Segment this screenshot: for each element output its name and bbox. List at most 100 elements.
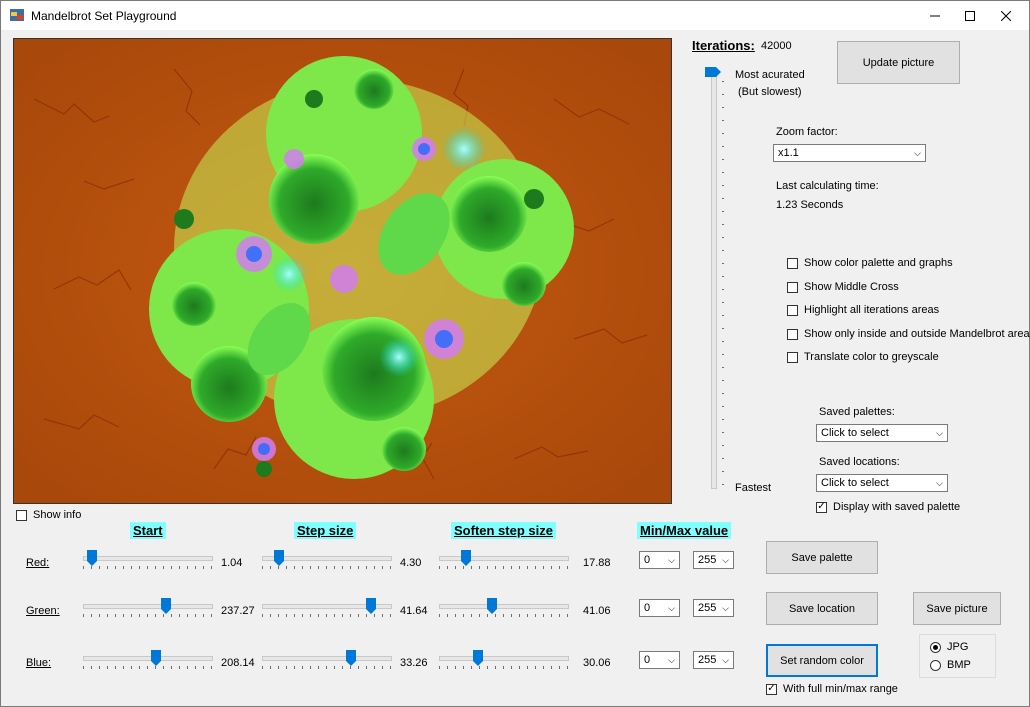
max-value-select[interactable]: 255 ⌵ (693, 599, 734, 617)
update-picture-button[interactable]: Update picture (837, 41, 960, 84)
max-value-select[interactable]: 255 ⌵ (693, 551, 734, 569)
set-random-color-button[interactable]: Set random color (766, 644, 878, 677)
save-picture-button[interactable]: Save picture (913, 592, 1001, 625)
option-label: Show only inside and outside Mandelbrot … (804, 328, 1030, 340)
chevron-down-icon: ⌵ (668, 555, 675, 565)
iterations-slider-thumb[interactable] (705, 67, 721, 77)
option-highlight-areas[interactable]: Highlight all iterations areas (787, 304, 939, 316)
chevron-down-icon: ⌵ (722, 603, 729, 613)
slider-ticks (83, 566, 213, 569)
step-slider[interactable] (262, 650, 392, 672)
option-middle-cross[interactable]: Show Middle Cross (787, 281, 899, 293)
radio-selected-icon (930, 641, 941, 653)
saved-locations-value: Click to select (821, 477, 889, 489)
chevron-down-icon: ⌵ (722, 655, 729, 665)
close-icon (1001, 10, 1011, 21)
start-value: 237.27 (221, 605, 255, 617)
show-info-label: Show info (33, 509, 82, 521)
full-range-checkbox[interactable]: ✓ With full min/max range (766, 683, 898, 695)
close-button[interactable] (983, 1, 1029, 30)
step-value: 4.30 (400, 557, 422, 569)
soften-slider[interactable] (439, 598, 569, 620)
min-value-select[interactable]: 0 ⌵ (639, 551, 680, 569)
slider-thumb[interactable] (366, 598, 376, 614)
fractal-image (14, 39, 671, 503)
min-value-text: 0 (644, 554, 651, 566)
radio-icon (930, 659, 941, 671)
slider-ticks (83, 614, 213, 617)
option-label: Show Middle Cross (804, 281, 899, 293)
soften-value: 17.88 (583, 557, 611, 569)
format-bmp-label: BMP (947, 659, 971, 671)
max-value-text: 255 (698, 554, 717, 566)
slider-track (439, 604, 569, 609)
slider-thumb[interactable] (346, 650, 356, 666)
checkbox-icon (16, 509, 27, 521)
option-inside-outside[interactable]: Show only inside and outside Mandelbrot … (787, 328, 1030, 340)
option-show-palette[interactable]: Show color palette and graphs (787, 257, 953, 269)
start-slider[interactable] (83, 550, 213, 572)
saved-locations-select[interactable]: Click to select ⌵ (816, 474, 948, 492)
minimize-icon (930, 15, 940, 16)
chevron-down-icon: ⌵ (722, 555, 729, 565)
slider-thumb[interactable] (473, 650, 483, 666)
checkbox-icon (787, 304, 798, 316)
iterations-slider[interactable] (711, 71, 717, 489)
slider-thumb[interactable] (161, 598, 171, 614)
option-greyscale[interactable]: Translate color to greyscale (787, 351, 939, 363)
slider-thumb[interactable] (274, 550, 284, 566)
app-window: Mandelbrot Set Playground Iterations: 42… (0, 0, 1030, 707)
save-location-button[interactable]: Save location (766, 592, 878, 625)
show-info-checkbox[interactable]: Show info (16, 509, 81, 521)
checkbox-icon (787, 281, 798, 293)
slider-thumb[interactable] (151, 650, 161, 666)
format-bmp-radio[interactable]: BMP (930, 659, 971, 671)
saved-palettes-select[interactable]: Click to select ⌵ (816, 424, 948, 442)
max-value-text: 255 (698, 602, 717, 614)
start-slider[interactable] (83, 598, 213, 620)
min-value-select[interactable]: 0 ⌵ (639, 599, 680, 617)
chevron-down-icon: ⌵ (668, 655, 675, 665)
start-value: 208.14 (221, 657, 255, 669)
soften-slider[interactable] (439, 550, 569, 572)
slider-thumb[interactable] (87, 550, 97, 566)
slider-ticks (262, 666, 392, 669)
checkbox-icon (787, 351, 798, 363)
step-value: 33.26 (400, 657, 428, 669)
slider-track (439, 556, 569, 561)
channel-label: Red: (26, 557, 50, 569)
display-saved-palette-checkbox[interactable]: ✓ Display with saved palette (816, 501, 960, 513)
step-slider[interactable] (262, 550, 392, 572)
header-soften-step-size: Soften step size (451, 522, 556, 539)
app-icon (10, 9, 24, 21)
max-value-text: 255 (698, 654, 717, 666)
fractal-canvas[interactable] (13, 38, 672, 504)
slider-track (439, 656, 569, 661)
header-step-size: Step size (294, 522, 357, 539)
slider-ticks (439, 614, 569, 617)
calc-time-label: Last calculating time: (776, 180, 879, 192)
slider-thumb[interactable] (461, 550, 471, 566)
save-palette-button[interactable]: Save palette (766, 541, 878, 574)
max-value-select[interactable]: 255 ⌵ (693, 651, 734, 669)
format-jpg-radio[interactable]: JPG (930, 641, 968, 653)
saved-palettes-value: Click to select (821, 427, 889, 439)
min-value-select[interactable]: 0 ⌵ (639, 651, 680, 669)
calc-time-value: 1.23 Seconds (776, 199, 844, 211)
start-slider[interactable] (83, 650, 213, 672)
checkmark-icon: ✓ (766, 683, 777, 695)
min-value-text: 0 (644, 654, 651, 666)
soften-slider[interactable] (439, 650, 569, 672)
chevron-down-icon: ⌵ (936, 478, 943, 488)
zoom-factor-value: x1.1 (778, 147, 799, 159)
option-label: Highlight all iterations areas (804, 304, 940, 316)
window-title: Mandelbrot Set Playground (31, 9, 177, 23)
slider-thumb[interactable] (487, 598, 497, 614)
iterations-top-label: Most acurated (735, 69, 805, 81)
zoom-factor-select[interactable]: x1.1 ⌵ (773, 144, 926, 162)
slider-ticks (439, 566, 569, 569)
step-slider[interactable] (262, 598, 392, 620)
channel-label: Blue: (26, 657, 52, 669)
checkbox-icon (787, 328, 798, 340)
soften-value: 41.06 (583, 605, 611, 617)
